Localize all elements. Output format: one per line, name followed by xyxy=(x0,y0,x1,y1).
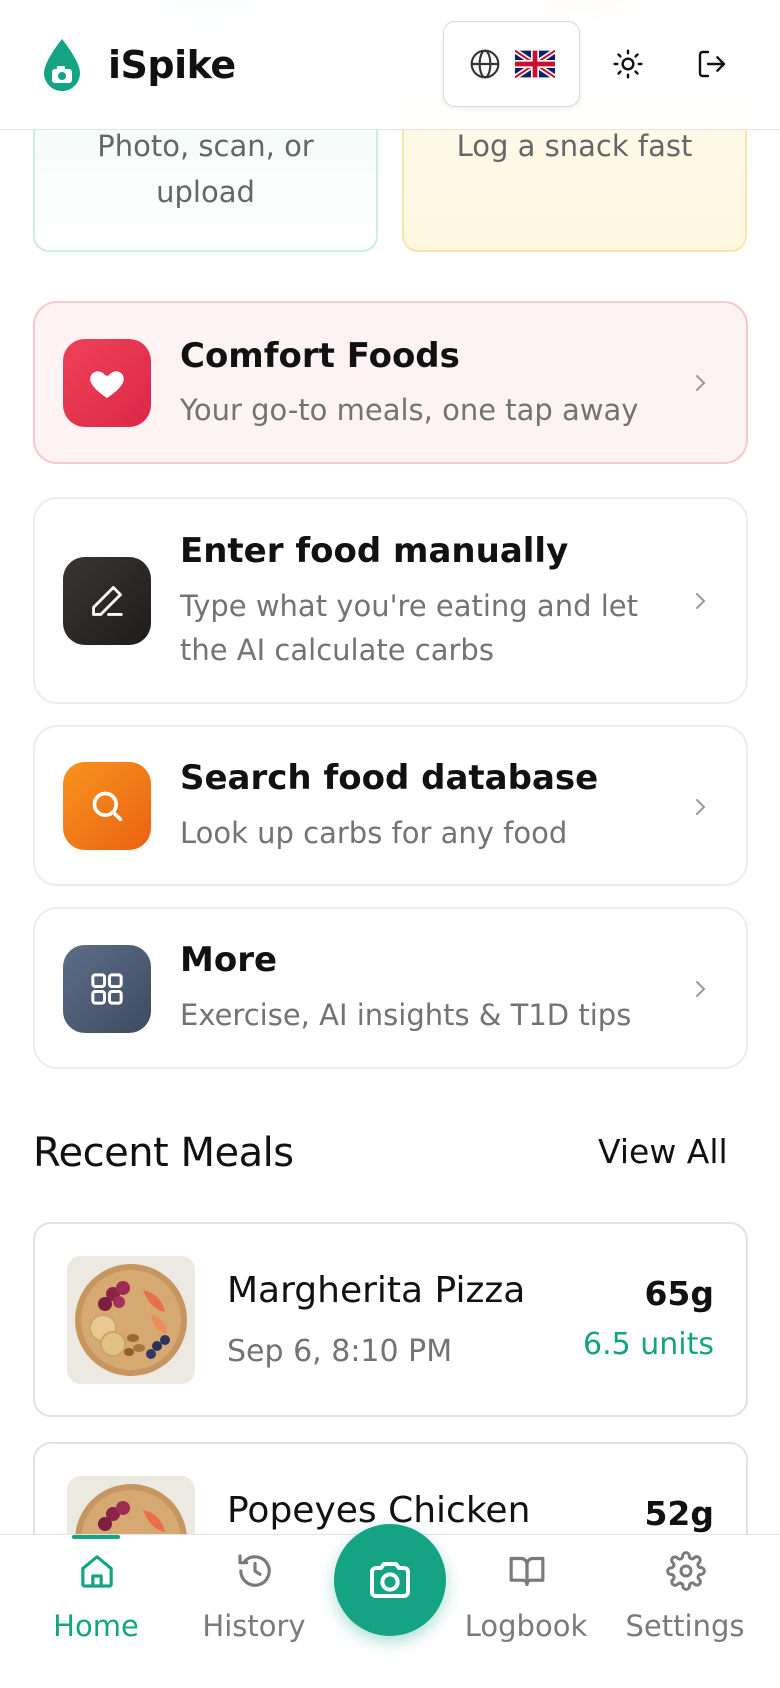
more-icon-tile xyxy=(63,945,151,1033)
nav-settings-label: Settings xyxy=(625,1609,745,1643)
meal-carbs: 65g xyxy=(644,1274,714,1313)
theme-toggle-button[interactable] xyxy=(604,40,652,88)
app-title: iSpike xyxy=(108,43,236,87)
meal-card[interactable]: Margherita Pizza Sep 6, 8:10 PM 65g 6.5 … xyxy=(33,1222,748,1417)
globe-icon xyxy=(470,49,499,79)
comfort-foods-title: Comfort Foods xyxy=(180,336,460,376)
language-button[interactable] xyxy=(443,21,580,107)
meal-date: Sep 6, 8:10 PM xyxy=(227,1334,453,1369)
meal-name: Margherita Pizza xyxy=(227,1270,526,1311)
nav-history-label: History xyxy=(202,1609,306,1643)
comfort-foods-icon-tile xyxy=(63,339,151,427)
manual-entry-icon-tile xyxy=(63,557,151,645)
enter-food-manually-title: Enter food manually xyxy=(180,531,569,571)
food-plate-image xyxy=(67,1256,195,1384)
chevron-right-icon xyxy=(696,981,706,997)
history-icon xyxy=(238,1554,271,1587)
analyze-meal-subtitle: Photo, scan, or upload xyxy=(97,129,314,209)
nav-home[interactable]: Home xyxy=(21,1535,171,1688)
nav-history[interactable]: History xyxy=(179,1535,329,1688)
app-header: iSpike xyxy=(0,0,780,130)
nav-settings[interactable]: Settings xyxy=(610,1535,760,1688)
nav-logbook-label: Logbook xyxy=(464,1609,588,1643)
search-food-database-card[interactable]: Search food database Look up carbs for a… xyxy=(33,725,748,886)
view-all-link[interactable]: View All xyxy=(598,1132,728,1171)
nav-logbook[interactable]: Logbook xyxy=(451,1535,601,1688)
home-icon xyxy=(81,1555,113,1588)
camera-icon xyxy=(370,1562,410,1598)
gear-icon xyxy=(666,1551,706,1591)
search-icon xyxy=(92,791,123,822)
nav-home-label: Home xyxy=(53,1609,139,1643)
meal-thumbnail xyxy=(67,1256,195,1384)
uk-flag-icon xyxy=(514,50,555,78)
enter-food-manually-subtitle: Type what you're eating and let the AI c… xyxy=(180,589,638,667)
meal-carbs: 52g xyxy=(644,1494,714,1533)
sun-icon xyxy=(613,49,643,79)
recent-meals-heading: Recent Meals xyxy=(33,1130,294,1176)
pencil-icon xyxy=(92,586,123,616)
more-subtitle: Exercise, AI insights & T1D tips xyxy=(180,998,632,1032)
search-food-database-subtitle: Look up carbs for any food xyxy=(180,816,568,850)
meal-insulin-units: 6.5 units xyxy=(582,1327,714,1362)
comfort-foods-subtitle: Your go-to meals, one tap away xyxy=(180,393,639,427)
book-icon xyxy=(509,1556,545,1586)
more-title: More xyxy=(180,940,278,980)
camera-button[interactable] xyxy=(334,1524,446,1636)
comfort-foods-card[interactable]: Comfort Foods Your go-to meals, one tap … xyxy=(33,301,748,464)
chevron-right-icon xyxy=(696,799,706,815)
search-icon-tile xyxy=(63,762,151,850)
logout-button[interactable] xyxy=(688,40,736,88)
chevron-right-icon xyxy=(696,375,706,391)
more-card[interactable]: More Exercise, AI insights & T1D tips xyxy=(33,907,748,1069)
heart-icon xyxy=(90,371,124,398)
grid-icon xyxy=(91,973,123,1005)
enter-food-manually-card[interactable]: Enter food manually Type what you're eat… xyxy=(33,497,748,704)
logo-icon xyxy=(44,39,80,91)
logout-icon xyxy=(698,50,726,78)
search-food-database-title: Search food database xyxy=(180,758,599,798)
active-tab-indicator xyxy=(72,1535,120,1539)
chevron-right-icon xyxy=(696,593,706,609)
